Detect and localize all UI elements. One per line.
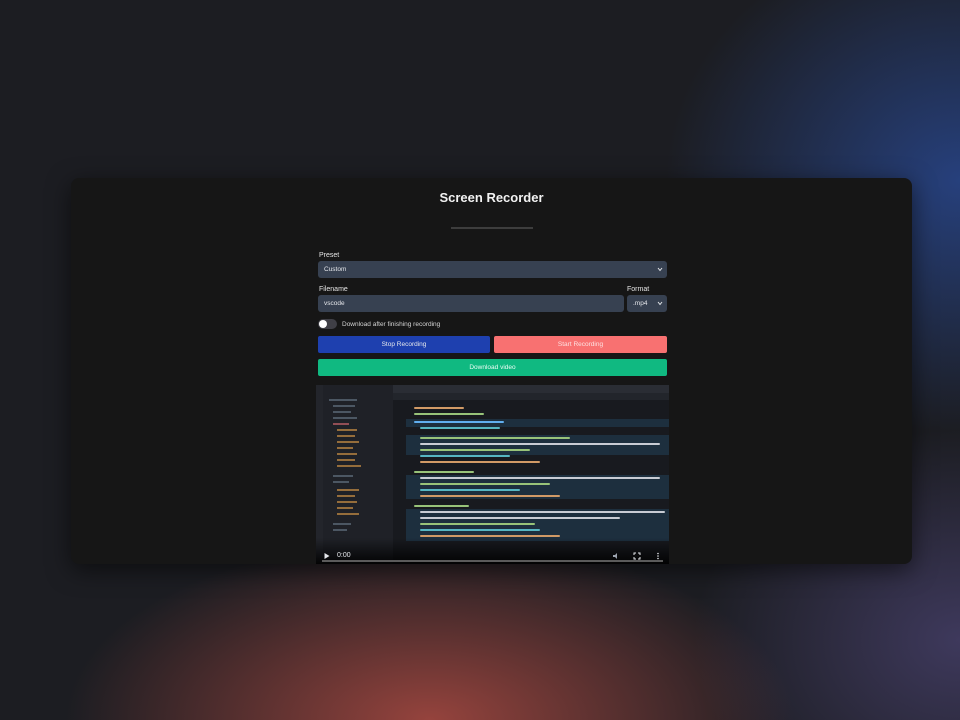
more-options-icon[interactable] <box>654 552 662 560</box>
chevron-down-icon <box>657 301 663 306</box>
preset-value: Custom <box>324 266 347 273</box>
start-recording-button[interactable]: Start Recording <box>494 336 667 353</box>
play-icon[interactable] <box>323 552 331 560</box>
chevron-down-icon <box>657 267 663 272</box>
filename-input[interactable]: vscode <box>318 295 624 312</box>
format-select[interactable]: .mp4 <box>627 295 667 312</box>
filename-label: Filename <box>319 286 348 293</box>
stop-recording-button[interactable]: Stop Recording <box>318 336 490 353</box>
download-video-button[interactable]: Download video <box>318 359 667 376</box>
format-value: .mp4 <box>633 300 648 307</box>
toggle-label: Download after finishing recording <box>342 321 441 328</box>
fullscreen-icon[interactable] <box>633 552 641 560</box>
download-after-toggle[interactable] <box>318 319 337 329</box>
filename-value: vscode <box>324 300 345 307</box>
toggle-knob <box>319 320 327 328</box>
video-player[interactable]: 0:00 <box>316 385 669 564</box>
format-label: Format <box>627 286 650 293</box>
title-divider <box>451 227 533 229</box>
video-current-time: 0:00 <box>337 552 351 559</box>
volume-icon[interactable] <box>612 552 620 560</box>
preset-label: Preset <box>319 252 340 259</box>
recorder-panel: Screen Recorder Preset Custom Filename v… <box>71 178 912 564</box>
preset-select[interactable]: Custom <box>318 261 667 278</box>
video-controls: 0:00 <box>316 538 669 564</box>
page-title: Screen Recorder <box>439 190 544 205</box>
video-frame-tabs <box>393 393 669 400</box>
video-progress-bar[interactable] <box>322 560 663 562</box>
